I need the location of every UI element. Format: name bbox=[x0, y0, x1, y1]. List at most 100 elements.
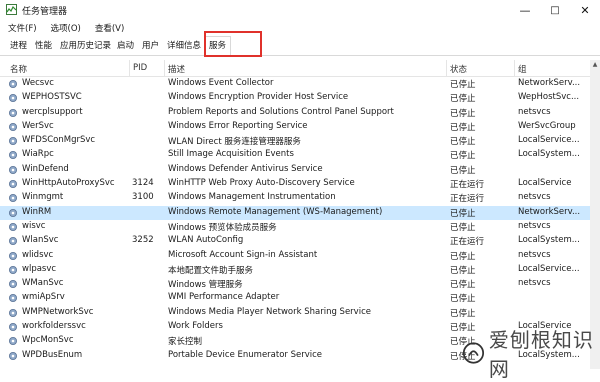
service-name: workfolderssvc bbox=[22, 321, 86, 332]
tab-performance[interactable]: 性能 bbox=[31, 38, 56, 55]
service-row[interactable]: WlanSvc 3252 WLAN AutoConfig 正在运行 LocalSyste… bbox=[0, 234, 590, 248]
service-row[interactable]: WManSvc Windows 管理服务 已停止 netsvcs bbox=[0, 277, 590, 291]
service-status: 正在运行 bbox=[450, 180, 485, 191]
service-description: 家长控制 bbox=[168, 337, 203, 348]
tab-details[interactable]: 详细信息 bbox=[163, 38, 205, 55]
service-pid: 3124 bbox=[132, 178, 154, 189]
service-group: netsvcs bbox=[518, 278, 551, 289]
service-gear-icon bbox=[9, 251, 17, 260]
column-divider[interactable] bbox=[129, 60, 130, 76]
service-row[interactable]: WiaRpc Still Image Acquisition Events 已停止 L… bbox=[0, 148, 590, 162]
service-name: WpcMonSvc bbox=[22, 335, 74, 346]
column-header-pid[interactable]: PID bbox=[133, 63, 147, 73]
column-divider[interactable] bbox=[446, 60, 447, 76]
service-group: LocalService... bbox=[518, 135, 580, 146]
service-name: WinHttpAutoProxySvc bbox=[22, 178, 115, 189]
service-status: 已停止 bbox=[450, 265, 476, 276]
service-status: 已停止 bbox=[450, 208, 476, 219]
service-status: 已停止 bbox=[450, 222, 476, 233]
service-status: 已停止 bbox=[450, 80, 476, 90]
service-gear-icon bbox=[9, 180, 17, 189]
service-status: 已停止 bbox=[450, 308, 476, 319]
service-group: LocalSystem... bbox=[518, 149, 580, 160]
scroll-up-arrow-icon[interactable]: ▲ bbox=[590, 60, 600, 70]
service-status: 已停止 bbox=[450, 165, 476, 176]
service-gear-icon bbox=[9, 194, 17, 203]
service-status: 已停止 bbox=[450, 151, 476, 162]
service-pid: 3252 bbox=[132, 235, 154, 246]
service-name: WManSvc bbox=[22, 278, 64, 289]
column-header-name[interactable]: 名称 bbox=[10, 63, 27, 75]
service-description: WLAN AutoConfig bbox=[168, 235, 244, 246]
maximize-button[interactable]: □ bbox=[540, 0, 570, 20]
service-description: Microsoft Account Sign-in Assistant bbox=[168, 249, 318, 260]
service-row[interactable]: wmiApSrv WMI Performance Adapter 已停止 bbox=[0, 291, 590, 305]
service-row[interactable]: WinRM Windows Remote Management (WS-Manag… bbox=[0, 205, 590, 220]
service-row[interactable]: wlpasvc 本地配置文件助手服务 已停止 LocalService... bbox=[0, 263, 590, 277]
service-row[interactable]: wercplsupport Problem Reports and Solutio… bbox=[0, 106, 590, 120]
service-row[interactable]: WMPNetworkSvc Windows Media Player Networ… bbox=[0, 306, 590, 320]
service-row[interactable]: wisvc Windows 预览体验成员服务 已停止 netsvcs bbox=[0, 220, 590, 234]
service-group: LocalService bbox=[518, 178, 572, 189]
service-gear-icon bbox=[9, 222, 17, 231]
service-description: WMI Performance Adapter bbox=[168, 292, 280, 303]
tab-users[interactable]: 用户 bbox=[138, 38, 163, 55]
service-name: wlidsvc bbox=[22, 249, 54, 260]
service-name: Wecsvc bbox=[22, 78, 54, 88]
column-header-group[interactable]: 组 bbox=[518, 63, 527, 75]
service-gear-icon bbox=[9, 280, 17, 289]
column-divider[interactable] bbox=[164, 60, 165, 76]
watermark-logo-icon bbox=[462, 341, 485, 364]
service-group: LocalService... bbox=[518, 263, 580, 274]
window-title: 任务管理器 bbox=[22, 7, 68, 17]
watermark: 爱刨根知识网 bbox=[462, 328, 600, 381]
service-description: WLAN Direct 服务连接管理器服务 bbox=[168, 137, 301, 148]
service-gear-icon bbox=[9, 165, 17, 174]
column-header-row: 名称 PID 描述 状态 组 bbox=[0, 60, 590, 77]
minimize-button[interactable]: — bbox=[510, 0, 540, 20]
column-header-status[interactable]: 状态 bbox=[450, 63, 467, 75]
service-row[interactable]: WFDSConMgrSvc WLAN Direct 服务连接管理器服务 已停止 Loc… bbox=[0, 134, 590, 148]
service-row[interactable]: Wecsvc Windows Event Collector 已停止 NetworkS… bbox=[0, 77, 590, 91]
service-group: netsvcs bbox=[518, 220, 551, 231]
service-name: WerSvc bbox=[22, 120, 54, 131]
tab-startup[interactable]: 启动 bbox=[113, 38, 138, 55]
close-button[interactable]: ✕ bbox=[570, 0, 600, 20]
service-gear-icon bbox=[9, 237, 17, 246]
service-description: Portable Device Enumerator Service bbox=[168, 349, 323, 360]
menu-file[interactable]: 文件(F) bbox=[0, 20, 43, 36]
service-row[interactable]: WerSvc Windows Error Reporting Service 已停止… bbox=[0, 120, 590, 134]
service-description: Windows Event Collector bbox=[168, 78, 274, 88]
service-row[interactable]: WinDefend Windows Defender Antivirus Serv… bbox=[0, 163, 590, 177]
menu-options[interactable]: 选项(O) bbox=[43, 20, 87, 36]
service-gear-icon bbox=[9, 308, 17, 317]
service-description: WinHTTP Web Proxy Auto-Discovery Service bbox=[168, 178, 355, 189]
service-description: Windows Remote Management (WS-Management… bbox=[168, 206, 383, 217]
service-status: 已停止 bbox=[450, 137, 476, 148]
service-row[interactable]: wlidsvc Microsoft Account Sign-in Assista… bbox=[0, 249, 590, 263]
service-row[interactable]: WinHttpAutoProxySvc 3124 WinHTTP Web Proxy… bbox=[0, 177, 590, 191]
watermark-text: 爱刨根知识网 bbox=[488, 327, 594, 381]
tab-app-history[interactable]: 应用历史记录 bbox=[56, 38, 115, 55]
service-group: NetworkServ... bbox=[518, 206, 581, 217]
service-group: netsvcs bbox=[518, 106, 551, 117]
service-description: Problem Reports and Solutions Control Pa… bbox=[168, 106, 394, 117]
tab-processes[interactable]: 进程 bbox=[6, 38, 31, 55]
service-gear-icon bbox=[9, 337, 17, 346]
service-gear-icon bbox=[9, 323, 17, 332]
service-description: Windows Error Reporting Service bbox=[168, 120, 308, 131]
menu-view[interactable]: 查看(V) bbox=[87, 20, 130, 36]
service-gear-icon bbox=[9, 151, 17, 160]
service-name: WEPHOSTSVC bbox=[22, 92, 82, 103]
service-gear-icon bbox=[9, 80, 17, 88]
service-row[interactable]: Winmgmt 3100 Windows Management Instrument… bbox=[0, 191, 590, 205]
column-header-description[interactable]: 描述 bbox=[168, 63, 185, 75]
service-description: Windows Defender Antivirus Service bbox=[168, 163, 323, 174]
service-description: Still Image Acquisition Events bbox=[168, 149, 294, 160]
service-description: Windows 预览体验成员服务 bbox=[168, 222, 277, 233]
service-description: Windows 管理服务 bbox=[168, 280, 243, 291]
service-gear-icon bbox=[9, 294, 17, 303]
service-name: WFDSConMgrSvc bbox=[22, 135, 96, 146]
column-divider[interactable] bbox=[514, 60, 515, 76]
service-row[interactable]: WEPHOSTSVC Windows Encryption Provider Ho… bbox=[0, 91, 590, 105]
